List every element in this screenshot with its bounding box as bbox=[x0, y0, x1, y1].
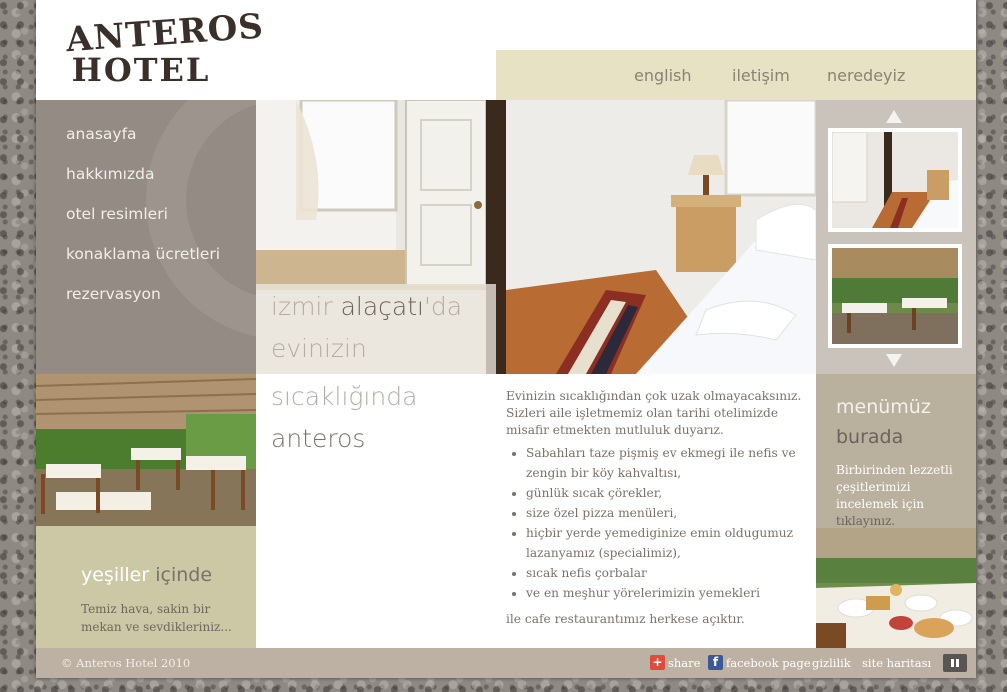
copyright: © Anteros Hotel 2010 bbox=[61, 656, 191, 670]
breakfast-photo bbox=[816, 528, 976, 648]
sidebar-item-reservation[interactable]: rezervasyon bbox=[66, 285, 161, 303]
nav-location[interactable]: neredeyiz bbox=[827, 66, 905, 85]
headline-line-3: sıcaklığında bbox=[271, 382, 418, 411]
garden-photo bbox=[36, 374, 256, 526]
content-list: Sabahları taze pişmiş ev ekmegi ile nefi… bbox=[506, 443, 806, 603]
headline-part-2: alaçatı bbox=[340, 292, 424, 321]
arrow-down-icon[interactable] bbox=[886, 354, 902, 367]
pause-icon[interactable] bbox=[943, 654, 967, 672]
list-item: hiçbir yerde yemediginize emin oldugumuz… bbox=[526, 523, 806, 563]
share-link[interactable]: share bbox=[668, 656, 700, 670]
green-title-part-2: içinde bbox=[155, 564, 213, 586]
sitemap-link[interactable]: site haritası bbox=[862, 656, 931, 670]
menu-info-box: menümüz burada Birbirinden lezzetli çeşi… bbox=[816, 374, 976, 528]
headline-line-2: evinizin bbox=[271, 334, 367, 363]
thumbnail-garden[interactable] bbox=[828, 244, 962, 348]
facebook-icon[interactable]: f bbox=[708, 655, 723, 670]
nav-contact[interactable]: iletişim bbox=[732, 66, 790, 85]
list-item: size özel pizza menüleri, bbox=[526, 503, 806, 523]
headline-part-1: izmir bbox=[271, 292, 341, 321]
list-item: günlük sıcak çörekler, bbox=[526, 483, 806, 503]
headline-line-4: anteros bbox=[271, 424, 366, 453]
page-wrapper: ANTEROS HOTEL english iletişim neredeyiz… bbox=[36, 0, 976, 678]
top-navigation: english iletişim neredeyiz bbox=[496, 50, 976, 100]
headline-line-1: izmir alaçatı'da bbox=[271, 292, 462, 321]
content-outro: ile cafe restaurantımız herkese açıktır. bbox=[506, 612, 745, 626]
sidebar-menu: anasayfa hakkımızda otel resimleri konak… bbox=[36, 100, 256, 374]
green-info-box: yeşiller içinde Temiz hava, sakin bir me… bbox=[36, 526, 256, 648]
sidebar-item-prices[interactable]: konaklama ücretleri bbox=[66, 245, 220, 263]
list-item: sıcak nefis çorbalar bbox=[526, 563, 806, 583]
green-box-title: yeşiller içinde bbox=[81, 564, 212, 586]
privacy-link[interactable]: gizlilik bbox=[812, 656, 851, 670]
menu-box-desc: Birbirinden lezzetli çeşitlerimizi incel… bbox=[836, 463, 953, 511]
green-title-part-1: yeşiller bbox=[81, 564, 156, 586]
thumbnail-room[interactable] bbox=[828, 128, 962, 232]
content-intro: Evinizin sıcaklığından çok uzak olmayaca… bbox=[506, 389, 802, 437]
menu-box-text: Birbirinden lezzetli çeşitlerimizi incel… bbox=[836, 462, 971, 530]
main-content: Evinizin sıcaklığından çok uzak olmayaca… bbox=[506, 388, 806, 629]
headline-part-3: 'da bbox=[424, 292, 463, 321]
footer: © Anteros Hotel 2010 + share f facebook … bbox=[36, 648, 976, 678]
list-item: ve en meşhur yörelerimizin yemekleri bbox=[526, 583, 806, 603]
sidebar-item-about[interactable]: hakkımızda bbox=[66, 165, 154, 183]
menu-box-title-2: burada bbox=[836, 426, 904, 448]
list-item: Sabahları taze pişmiş ev ekmegi ile nefi… bbox=[526, 443, 806, 483]
sidebar-item-photos[interactable]: otel resimleri bbox=[66, 205, 168, 223]
hotel-logo[interactable]: ANTEROS HOTEL bbox=[65, 6, 265, 96]
menu-box-title-1: menümüz bbox=[836, 396, 931, 418]
plus-share-icon[interactable]: + bbox=[650, 655, 665, 670]
menu-link[interactable]: tıklayınız. bbox=[836, 514, 895, 528]
sidebar-item-home[interactable]: anasayfa bbox=[66, 125, 137, 143]
logo-line-2: HOTEL bbox=[71, 50, 211, 89]
arrow-up-icon[interactable] bbox=[886, 110, 902, 123]
nav-english[interactable]: english bbox=[634, 66, 692, 85]
green-box-text: Temiz hava, sakin bir mekan ve sevdikler… bbox=[81, 602, 232, 634]
facebook-link[interactable]: facebook page bbox=[726, 656, 811, 670]
